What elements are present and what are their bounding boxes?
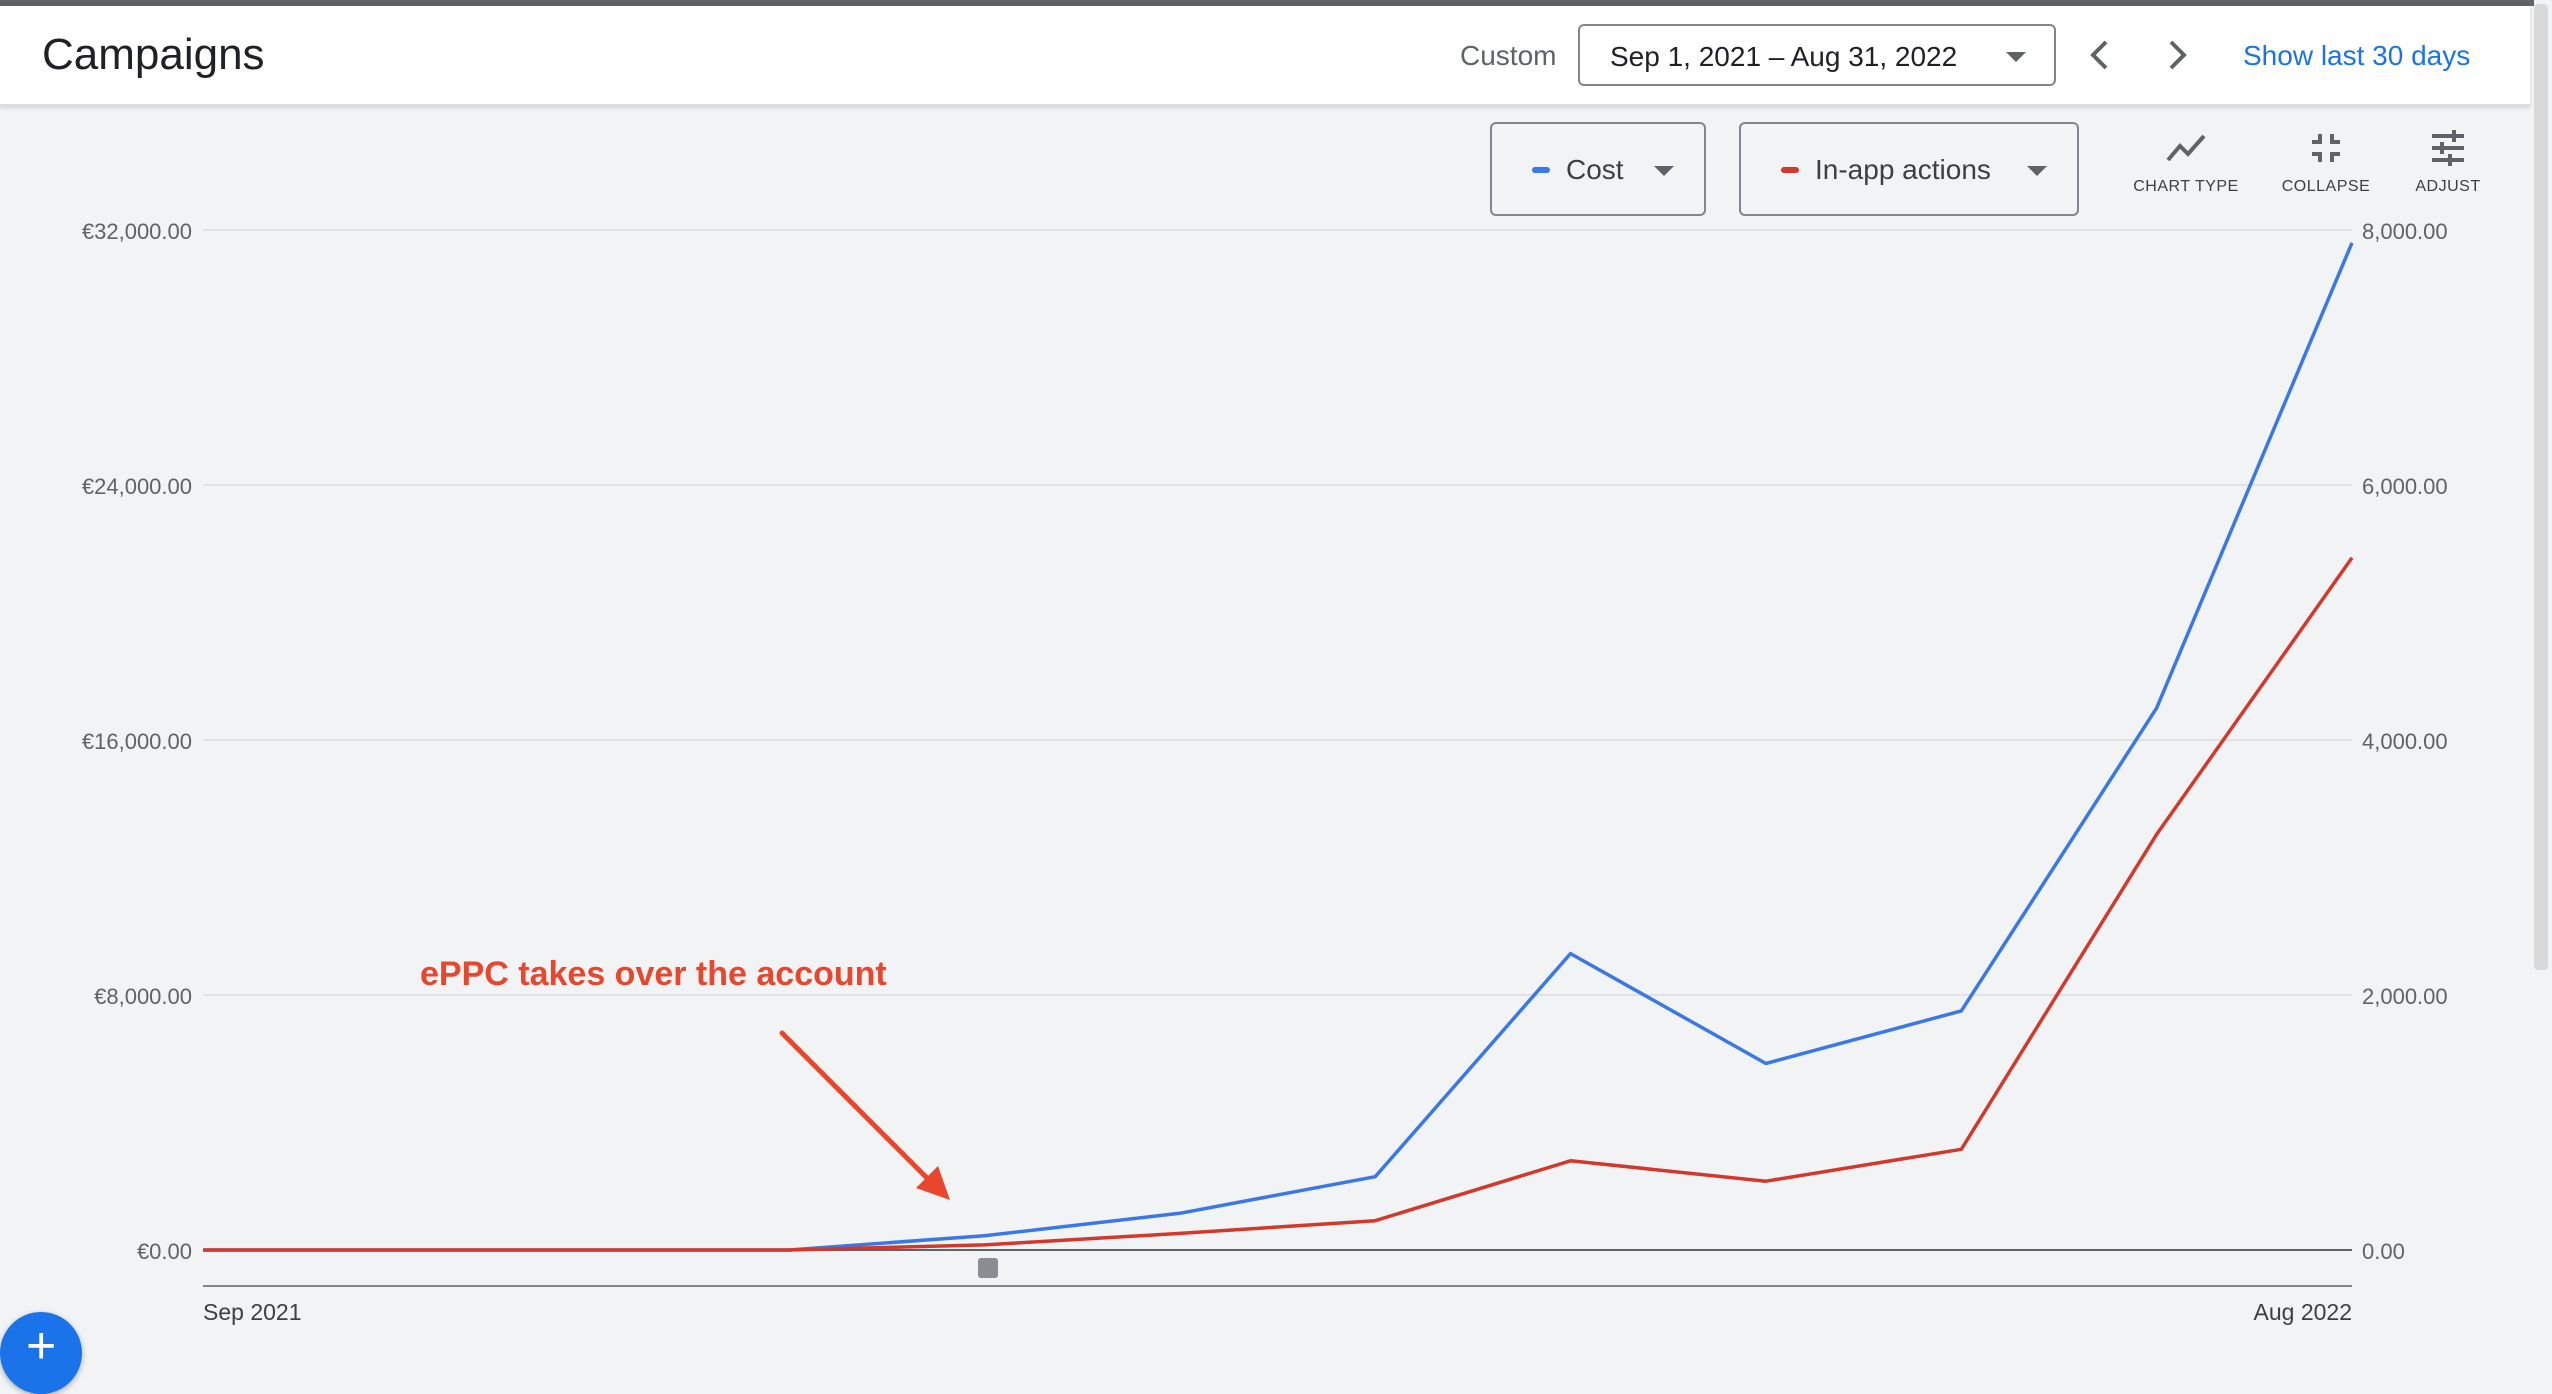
line-chart: €0.00 0.00 €8,000.00 2,000.00 €16,000.00 4,00… <box>82 219 2448 1325</box>
y-left-tick-label: €16,000.00 <box>82 729 192 754</box>
date-range-drag-handle[interactable] <box>978 1258 998 1278</box>
y-right-tick-label: 8,000.00 <box>2362 219 2448 244</box>
y-right-tick-label: 4,000.00 <box>2362 729 2448 754</box>
add-button[interactable]: + <box>0 1312 82 1394</box>
y-left-tick-label: €8,000.00 <box>94 984 192 1009</box>
y-left-tick-label: €0.00 <box>137 1239 192 1264</box>
y-right-tick-label: 6,000.00 <box>2362 474 2448 499</box>
x-tick-label: Sep 2021 <box>203 1299 301 1325</box>
annotation-text: ePPC takes over the account <box>420 955 887 993</box>
series-line-cost <box>203 242 2354 1252</box>
plus-icon: + <box>26 1317 57 1375</box>
y-right-tick-label: 0.00 <box>2362 1239 2405 1264</box>
x-tick-label: Aug 2022 <box>2254 1299 2352 1325</box>
y-right-tick-label: 2,000.00 <box>2362 984 2448 1009</box>
y-left-tick-label: €24,000.00 <box>82 474 192 499</box>
annotation-arrow-shaft <box>779 1030 938 1189</box>
y-left-tick-label: €32,000.00 <box>82 219 192 244</box>
